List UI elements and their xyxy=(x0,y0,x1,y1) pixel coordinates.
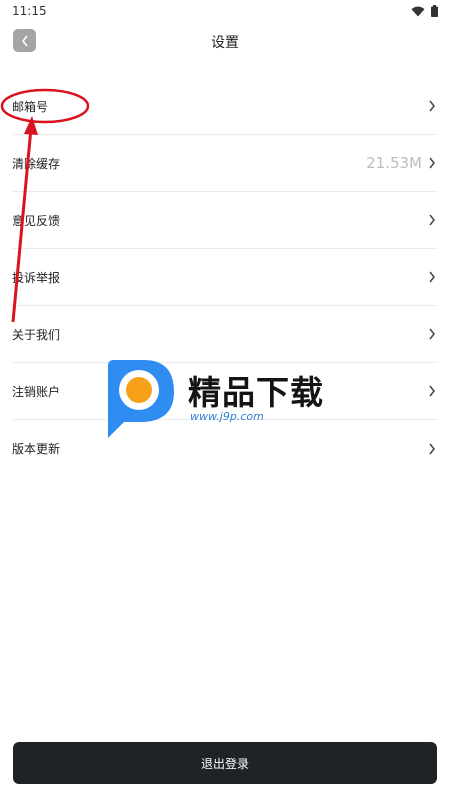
settings-item-label: 关于我们 xyxy=(12,327,61,342)
chevron-right-icon xyxy=(428,442,438,456)
settings-item-report[interactable]: 投诉举报 xyxy=(12,249,438,306)
chevron-right-icon xyxy=(428,327,438,341)
chevron-right-icon xyxy=(428,213,438,227)
settings-item-clear-cache[interactable]: 清除缓存 21.53M xyxy=(12,135,438,192)
watermark-logo-icon xyxy=(108,360,174,438)
settings-item-feedback[interactable]: 意见反馈 xyxy=(12,192,438,249)
watermark-url: www.j9p.com xyxy=(190,410,264,423)
status-bar: 11:15 xyxy=(0,0,450,22)
watermark: 精品下载 www.j9p.com xyxy=(100,358,360,442)
wifi-icon xyxy=(411,6,425,16)
header: 设置 xyxy=(0,26,450,58)
settings-item-label: 意见反馈 xyxy=(12,213,61,228)
status-icons xyxy=(411,5,438,17)
battery-icon xyxy=(431,5,438,17)
logout-button[interactable]: 退出登录 xyxy=(13,742,437,784)
chevron-right-icon xyxy=(428,156,438,170)
settings-item-label: 注销账户 xyxy=(12,384,61,399)
settings-item-about[interactable]: 关于我们 xyxy=(12,306,438,363)
chevron-right-icon xyxy=(428,384,438,398)
watermark-brand: 精品下载 xyxy=(188,373,324,412)
cache-size-value: 21.53M xyxy=(366,154,422,172)
settings-item-label: 清除缓存 xyxy=(12,156,61,171)
chevron-right-icon xyxy=(428,270,438,284)
settings-item-label: 邮箱号 xyxy=(12,99,49,114)
settings-item-email[interactable]: 邮箱号 xyxy=(12,78,438,135)
status-time: 11:15 xyxy=(12,4,47,18)
settings-item-label: 投诉举报 xyxy=(12,270,61,285)
chevron-right-icon xyxy=(428,99,438,113)
page-title: 设置 xyxy=(211,35,239,51)
settings-item-label: 版本更新 xyxy=(12,442,61,456)
